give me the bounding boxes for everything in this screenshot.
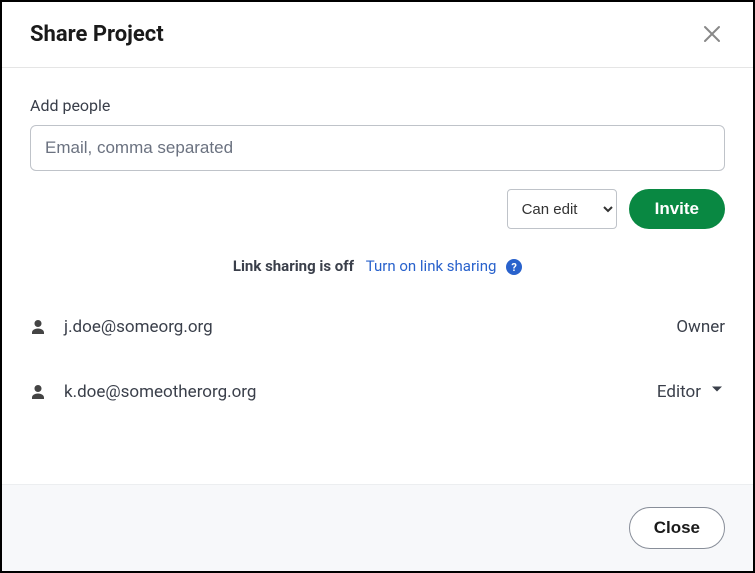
chevron-down-icon xyxy=(709,381,725,402)
modal-header: Share Project xyxy=(2,2,753,68)
link-sharing-status: Link sharing is off xyxy=(233,257,354,275)
invite-button[interactable]: Invite xyxy=(629,189,725,229)
role-label: Editor xyxy=(657,382,701,402)
add-people-label: Add people xyxy=(30,96,725,115)
person-role: Owner xyxy=(676,317,725,337)
modal-body: Add people Can edit Invite Link sharing … xyxy=(2,68,753,484)
person-row: j.doe@someorg.org Owner xyxy=(30,295,725,359)
close-button[interactable]: Close xyxy=(629,507,725,549)
modal-footer: Close xyxy=(2,484,753,571)
person-email: j.doe@someorg.org xyxy=(64,317,213,337)
turn-on-link-sharing[interactable]: Turn on link sharing xyxy=(366,257,497,275)
permission-select[interactable]: Can edit xyxy=(507,189,617,229)
user-icon xyxy=(30,319,46,335)
help-icon[interactable]: ? xyxy=(506,259,522,275)
link-sharing-row: Link sharing is off Turn on link sharing… xyxy=(30,257,725,275)
user-icon xyxy=(30,384,46,400)
person-left: k.doe@someotherorg.org xyxy=(30,382,256,402)
person-row: k.doe@someotherorg.org Editor xyxy=(30,359,725,424)
email-input[interactable] xyxy=(30,125,725,171)
person-email: k.doe@someotherorg.org xyxy=(64,382,256,402)
close-icon[interactable] xyxy=(699,23,725,47)
modal-title: Share Project xyxy=(30,22,164,47)
person-left: j.doe@someorg.org xyxy=(30,317,213,337)
people-list: j.doe@someorg.org Owner k.doe@someothero… xyxy=(30,295,725,424)
role-label: Owner xyxy=(676,317,725,337)
share-project-modal: Share Project Add people Can edit Invite… xyxy=(0,0,755,573)
invite-row: Can edit Invite xyxy=(30,189,725,229)
person-role-dropdown[interactable]: Editor xyxy=(657,381,725,402)
